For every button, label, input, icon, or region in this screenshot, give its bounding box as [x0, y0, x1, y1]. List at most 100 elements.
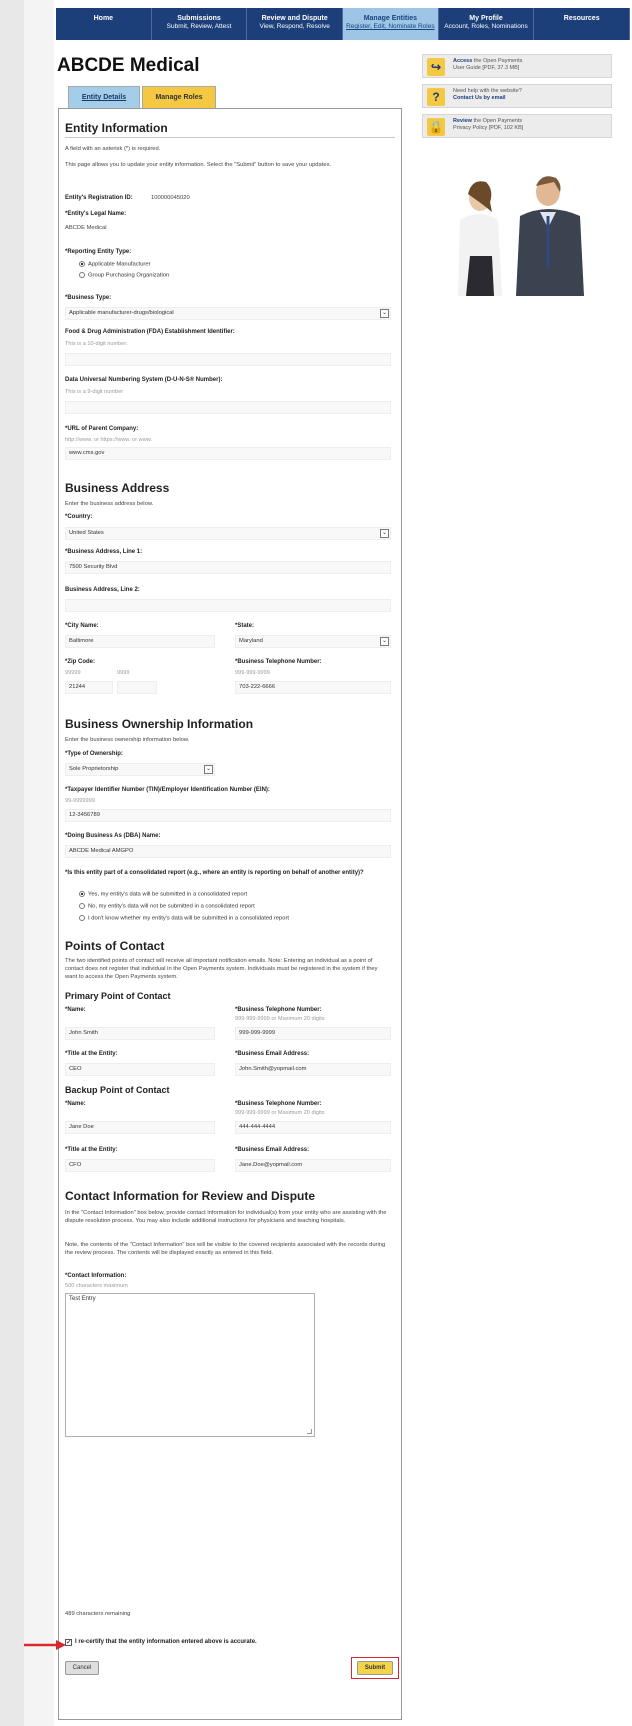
reg-id-value: 100000045020 [151, 195, 190, 201]
radio-consolidated-unknown[interactable]: I don't know whether my entity's data wi… [79, 915, 289, 922]
primary-phone-input[interactable]: 999-999-9999 [235, 1027, 391, 1040]
nav-manage-entities[interactable]: Manage Entities Register, Edit, Nominate … [343, 8, 439, 40]
page-title: ABCDE Medical [57, 55, 200, 76]
fda-label: Food & Drug Administration (FDA) Establi… [65, 329, 235, 335]
lock-icon: 🔒 [427, 118, 445, 136]
nav-review-dispute[interactable]: Review and Dispute View, Respond, Resolve [247, 8, 344, 40]
backup-name-label: *Name: [65, 1101, 86, 1107]
address-intro: Enter the business address below. [65, 501, 154, 507]
primary-name-input[interactable]: John Smith [65, 1027, 215, 1040]
tin-hint: 99-9999999 [65, 798, 95, 804]
state-label: *State: [235, 623, 255, 629]
reporting-type-label: *Reporting Entity Type: [65, 249, 132, 255]
fda-input[interactable] [65, 353, 391, 366]
biz-phone-hint: 999-999-9999 [235, 670, 270, 676]
recertify-label: I re-certify that the entity information… [75, 1639, 257, 1645]
country-label: *Country: [65, 514, 93, 520]
review-intro-2: Note, the contents of the "Contact Infor… [65, 1242, 386, 1256]
line2-input[interactable] [65, 599, 391, 612]
url-input[interactable]: www.cms.gov [65, 447, 391, 460]
help-user-guide[interactable]: ↪ Access the Open Payments User Guide [PD… [422, 54, 612, 78]
biz-phone-input[interactable]: 703-222-6666 [235, 681, 391, 694]
external-link-icon: ↪ [427, 58, 445, 76]
tin-label: *Taxpayer Identifier Number (TIN)/Employ… [65, 787, 270, 793]
red-arrow-icon [24, 1640, 66, 1650]
nav-my-profile[interactable]: My Profile Account, Roles, Nominations [439, 8, 535, 40]
radio-applicable-manufacturer[interactable]: Applicable Manufacturer [79, 261, 151, 268]
contact-info-hint: 500 characters maximum [65, 1283, 128, 1289]
city-input[interactable]: Baltimore [65, 635, 215, 648]
radio-gpo[interactable]: Group Purchasing Organization [79, 272, 169, 279]
url-label: *URL of Parent Company: [65, 426, 139, 432]
primary-phone-hint: 999-999-9999 or Maximum 20 digits [235, 1016, 325, 1022]
tin-input[interactable]: 12-3456789 [65, 809, 391, 822]
top-nav: Home Submissions Submit, Review, Attest R… [56, 8, 631, 40]
business-type-label: *Business Type: [65, 295, 112, 301]
city-label: *City Name: [65, 623, 99, 629]
review-intro-1: In the "Contact Information" box below, … [65, 1210, 387, 1224]
backup-title-label: *Title at the Entity: [65, 1147, 118, 1153]
dba-label: *Doing Business As (DBA) Name: [65, 833, 161, 839]
contacts-heading: Points of Contact [65, 939, 165, 953]
backup-title-input[interactable]: CFO [65, 1159, 215, 1172]
nav-home[interactable]: Home [56, 8, 152, 40]
dba-input[interactable]: ABCDE Medical AMGPO [65, 845, 391, 858]
zip-hint-5: 99999 [65, 670, 81, 676]
duns-label: Data Universal Numbering System (D-U-N-S… [65, 377, 223, 383]
backup-phone-input[interactable]: 444-444-4444 [235, 1121, 391, 1134]
radio-consolidated-no[interactable]: No, my entity's data will not be submitt… [79, 903, 255, 910]
nav-resources[interactable]: Resources [534, 8, 631, 40]
resize-grip-icon[interactable] [307, 1429, 312, 1434]
primary-title-input[interactable]: CEO [65, 1063, 215, 1076]
ownership-type-select[interactable]: Sole Proprietorship ⌄ [65, 763, 215, 776]
line1-label: *Business Address, Line 1: [65, 549, 143, 555]
people-photo [458, 176, 584, 296]
tab-manage-roles[interactable]: Manage Roles [142, 86, 216, 108]
radio-consolidated-yes[interactable]: Yes, my entity's data will be submitted … [79, 891, 247, 898]
primary-email-input[interactable]: John.Smith@yopmail.com [235, 1063, 391, 1076]
backup-email-label: *Business Email Address: [235, 1147, 310, 1153]
zip-hint-4: 9999 [117, 670, 130, 676]
backup-email-input[interactable]: Jane.Doe@yopmail.com [235, 1159, 391, 1172]
nav-submissions[interactable]: Submissions Submit, Review, Attest [152, 8, 248, 40]
primary-contact-heading: Primary Point of Contact [65, 991, 171, 1001]
state-select[interactable]: Maryland ⌄ [235, 635, 391, 648]
consolidated-question: *Is this entity part of a consolidated r… [65, 870, 364, 876]
line2-label: Business Address, Line 2: [65, 587, 140, 593]
chevron-down-icon: ⌄ [204, 765, 213, 774]
legal-name-value: ABCDE Medical [65, 225, 107, 231]
submit-button[interactable]: Submit [357, 1661, 393, 1675]
review-heading: Contact Information for Review and Dispu… [65, 1189, 316, 1203]
chevron-down-icon: ⌄ [380, 309, 389, 318]
zip-ext-input[interactable] [117, 681, 157, 694]
chars-remaining: 489 characters remaining [65, 1611, 131, 1617]
business-type-select[interactable]: Applicable manufacturer-drugs/biological… [65, 307, 391, 320]
recertify-checkbox[interactable]: ✓ [65, 1639, 72, 1646]
help-contact-us[interactable]: ? Need help with the website? Contact Us … [422, 84, 612, 108]
help-privacy-policy[interactable]: 🔒 Review the Open Payments Privacy Policy… [422, 114, 612, 138]
cancel-button[interactable]: Cancel [65, 1661, 99, 1675]
intro-text: This page allows you to update your enti… [65, 162, 332, 168]
contact-info-textarea[interactable]: Test Entry [65, 1293, 315, 1437]
question-icon: ? [427, 88, 445, 106]
line1-input[interactable]: 7500 Security Blvd [65, 561, 391, 574]
primary-title-label: *Title at the Entity: [65, 1051, 118, 1057]
duns-hint: This is a 9-digit number [65, 389, 124, 395]
backup-phone-hint: 999-999-9999 or Maximum 20 digits [235, 1110, 325, 1116]
backup-name-input[interactable]: Jane Doe [65, 1121, 215, 1134]
legal-name-label: *Entity's Legal Name: [65, 211, 127, 217]
entity-form-panel: Entity Information A field with an aster… [58, 108, 402, 1720]
backup-phone-label: *Business Telephone Number: [235, 1101, 322, 1107]
left-margin-inner [24, 0, 54, 1726]
biz-phone-label: *Business Telephone Number: [235, 659, 322, 665]
zip-input[interactable]: 21244 [65, 681, 113, 694]
duns-input[interactable] [65, 401, 391, 414]
country-select[interactable]: United States ⌄ [65, 527, 391, 540]
tab-entity-details[interactable]: Entity Details [68, 86, 140, 108]
url-hint: http://www. or https://www. or www. [65, 437, 153, 443]
chevron-down-icon: ⌄ [380, 529, 389, 538]
contact-info-label: *Contact Information: [65, 1273, 127, 1279]
primary-email-label: *Business Email Address: [235, 1051, 310, 1057]
reg-id-label: Entity's Registration ID: [65, 195, 133, 201]
fda-hint: This is a 10-digit number. [65, 341, 128, 347]
